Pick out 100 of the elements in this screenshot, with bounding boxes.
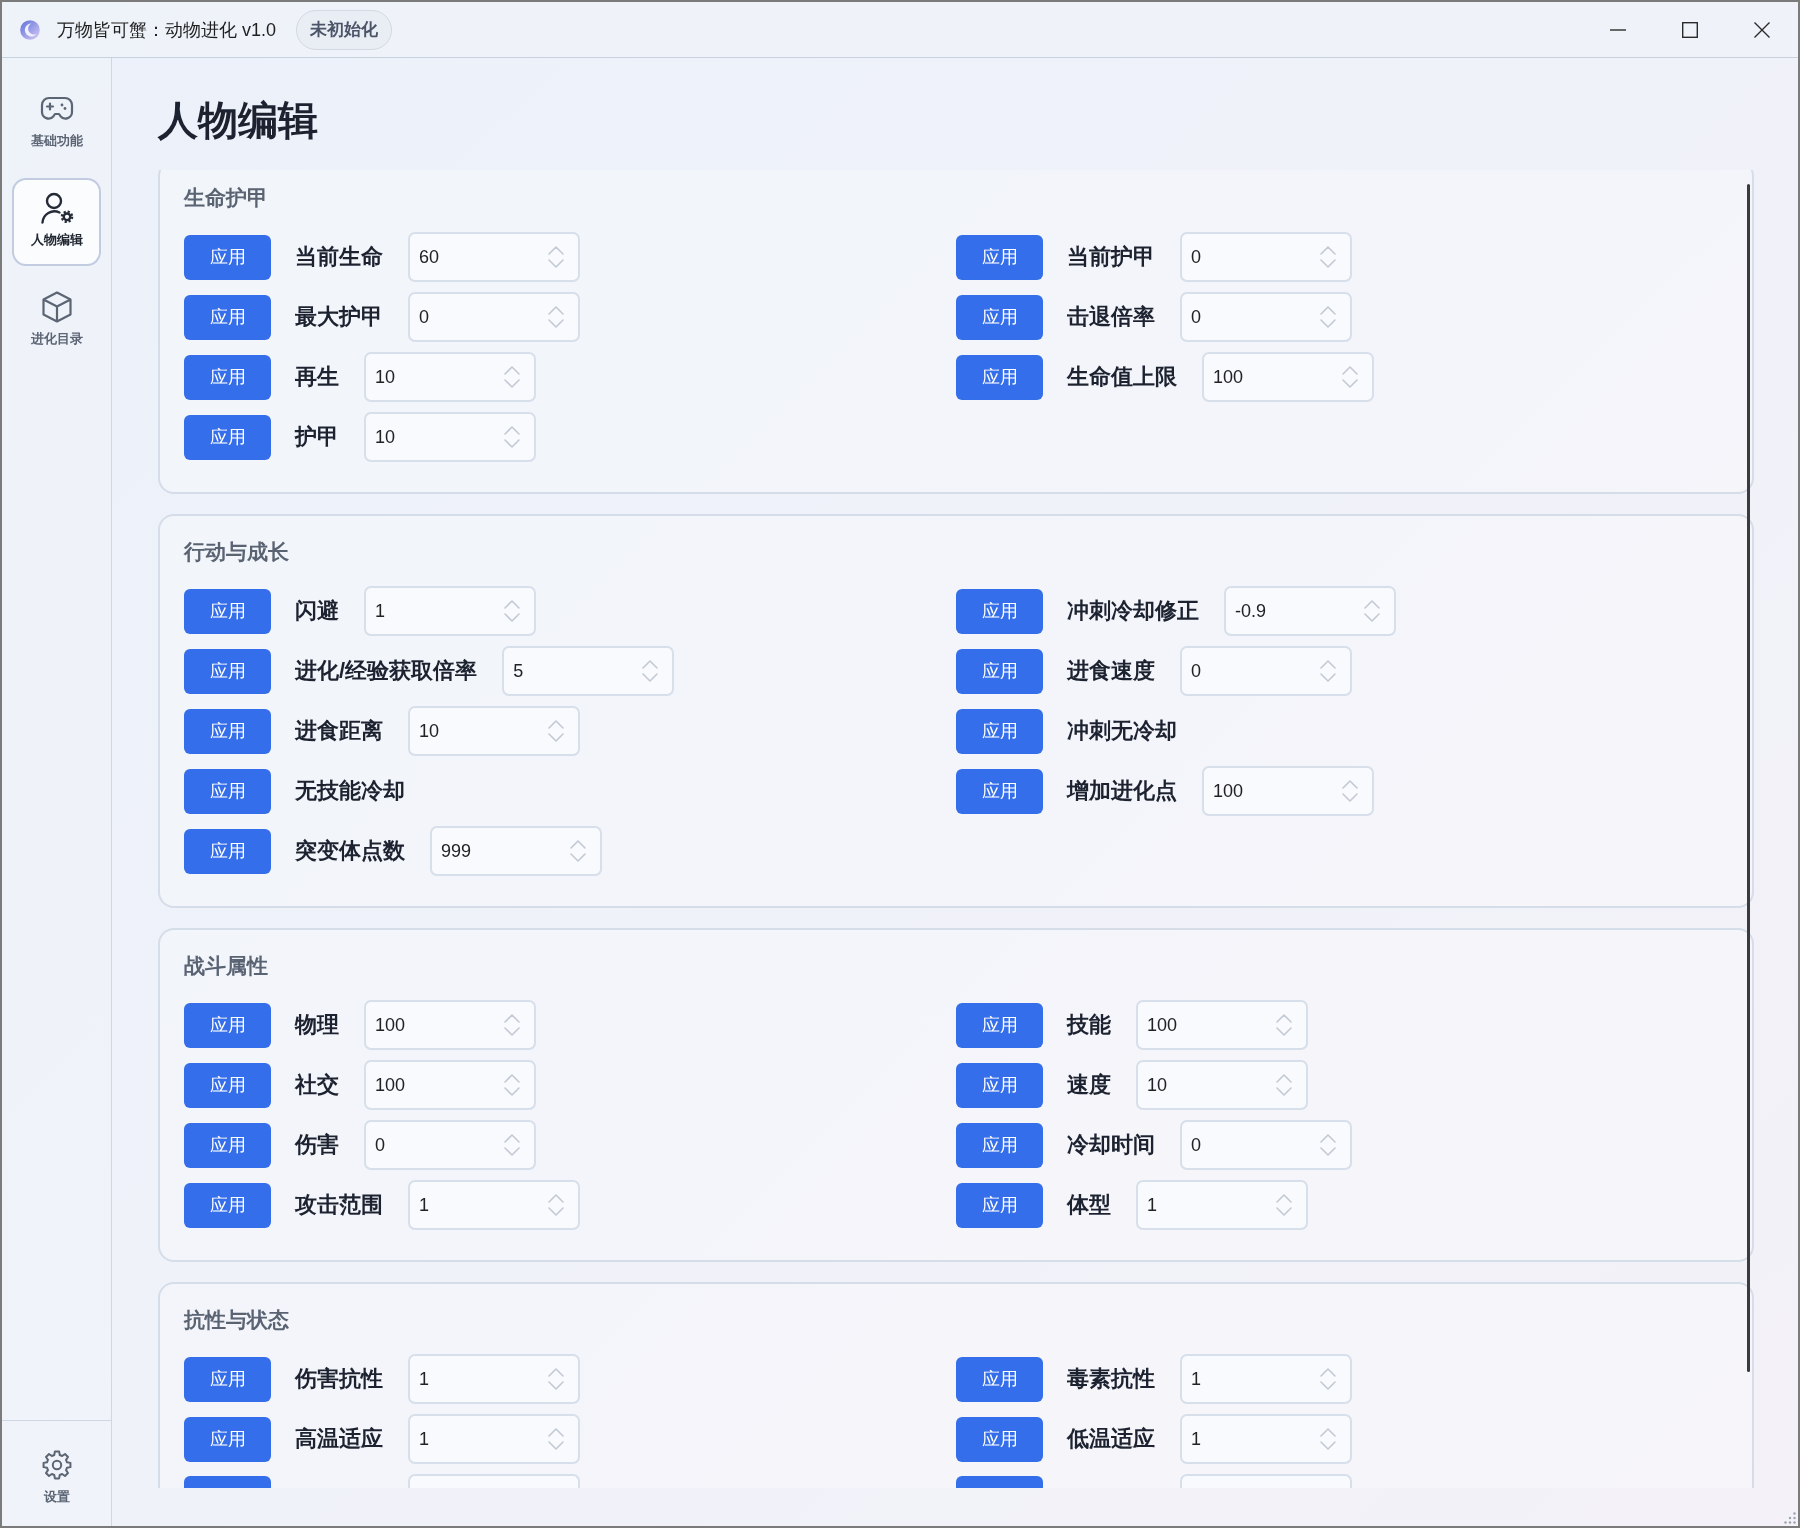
number-field[interactable]: 100 (364, 1000, 536, 1050)
apply-button[interactable]: 应用 (956, 294, 1043, 340)
apply-button[interactable] (184, 1476, 271, 1488)
field-label: 伤害 (295, 1131, 339, 1159)
number-field[interactable]: 0 (1180, 1120, 1352, 1170)
apply-button[interactable]: 应用 (956, 1416, 1043, 1462)
apply-button[interactable] (956, 1476, 1043, 1488)
number-field[interactable]: 10 (408, 706, 580, 756)
nav-item[interactable]: 进化目录 (12, 277, 101, 365)
number-field[interactable]: 1 (408, 1180, 580, 1230)
apply-button[interactable]: 应用 (956, 588, 1043, 634)
up-down-chevron-icon[interactable] (1320, 245, 1336, 269)
up-down-chevron-icon[interactable] (1320, 1427, 1336, 1451)
apply-button[interactable]: 应用 (184, 1182, 271, 1228)
number-field[interactable]: 10 (364, 352, 536, 402)
up-down-chevron-icon[interactable] (1342, 365, 1358, 389)
up-down-chevron-icon[interactable] (548, 719, 564, 743)
up-down-chevron-icon[interactable] (1320, 1133, 1336, 1157)
gamepad-icon (39, 96, 74, 122)
up-down-chevron-icon[interactable] (1364, 599, 1380, 623)
up-down-chevron-icon[interactable] (504, 365, 520, 389)
number-field[interactable]: 0 (1180, 292, 1352, 342)
cube-icon (41, 291, 72, 323)
up-down-chevron-icon[interactable] (1320, 1367, 1336, 1391)
number-field[interactable]: 60 (408, 232, 580, 282)
number-field[interactable]: 1 (408, 1354, 580, 1404)
up-down-chevron-icon[interactable] (1320, 659, 1336, 683)
field-label: 毒素抗性 (1067, 1365, 1155, 1393)
apply-button[interactable]: 应用 (184, 1122, 271, 1168)
apply-button[interactable]: 应用 (184, 648, 271, 694)
apply-button[interactable]: 应用 (956, 1122, 1043, 1168)
apply-button[interactable]: 应用 (184, 354, 271, 400)
up-down-chevron-icon[interactable] (548, 1367, 564, 1391)
up-down-chevron-icon[interactable] (504, 599, 520, 623)
number-field[interactable]: 0 (1180, 646, 1352, 696)
close-icon[interactable] (1754, 21, 1770, 38)
up-down-chevron-icon[interactable] (548, 1193, 564, 1217)
apply-button[interactable]: 应用 (184, 1002, 271, 1048)
apply-button[interactable]: 应用 (184, 1062, 271, 1108)
resize-grip-icon[interactable] (1784, 1512, 1796, 1524)
apply-button[interactable]: 应用 (184, 234, 271, 280)
apply-button[interactable]: 应用 (956, 234, 1043, 280)
up-down-chevron-icon[interactable] (548, 1427, 564, 1451)
number-field[interactable]: 1 (1136, 1180, 1308, 1230)
apply-button[interactable]: 应用 (956, 1062, 1043, 1108)
number-field[interactable]: 1 (364, 586, 536, 636)
number-field[interactable]: 0 (408, 292, 580, 342)
apply-button[interactable]: 应用 (184, 828, 271, 874)
up-down-chevron-icon[interactable] (1276, 1193, 1292, 1217)
apply-button[interactable]: 应用 (184, 294, 271, 340)
scrollbar-thumb[interactable] (1747, 184, 1750, 1372)
number-field[interactable]: 999 (430, 826, 602, 876)
nav-item[interactable]: 人物编辑 (12, 178, 101, 266)
apply-button[interactable]: 应用 (956, 768, 1043, 814)
apply-button[interactable]: 应用 (184, 414, 271, 460)
up-down-chevron-icon[interactable] (504, 425, 520, 449)
up-down-chevron-icon[interactable] (1320, 305, 1336, 329)
number-field[interactable] (408, 1474, 580, 1488)
number-field[interactable]: 10 (1136, 1060, 1308, 1110)
apply-button[interactable]: 应用 (956, 648, 1043, 694)
number-field[interactable] (1180, 1474, 1352, 1488)
field-label: 进食距离 (295, 717, 383, 745)
number-field[interactable]: 100 (1202, 352, 1374, 402)
number-field[interactable]: 10 (364, 412, 536, 462)
apply-button[interactable]: 应用 (184, 1416, 271, 1462)
number-field[interactable]: 0 (364, 1120, 536, 1170)
nav-item[interactable]: 基础功能 (12, 79, 101, 167)
up-down-chevron-icon[interactable] (1276, 1073, 1292, 1097)
apply-button[interactable]: 应用 (956, 708, 1043, 754)
field-label: 突变体点数 (295, 837, 405, 865)
apply-button[interactable]: 应用 (956, 1182, 1043, 1228)
up-down-chevron-icon[interactable] (548, 245, 564, 269)
field-label: 无技能冷却 (295, 777, 405, 805)
apply-button[interactable]: 应用 (184, 768, 271, 814)
number-field[interactable]: -0.9 (1224, 586, 1396, 636)
number-field[interactable]: 1 (408, 1414, 580, 1464)
apply-button[interactable]: 应用 (184, 1356, 271, 1402)
number-field[interactable]: 1 (1180, 1414, 1352, 1464)
maximize-icon[interactable] (1682, 21, 1698, 38)
apply-button[interactable]: 应用 (184, 588, 271, 634)
number-field[interactable]: 100 (364, 1060, 536, 1110)
settings-button[interactable]: 设置 (31, 1450, 82, 1506)
apply-button[interactable]: 应用 (956, 1002, 1043, 1048)
number-field[interactable]: 5 (502, 646, 675, 696)
up-down-chevron-icon[interactable] (1342, 779, 1358, 803)
apply-button[interactable]: 应用 (956, 1356, 1043, 1402)
minimize-icon[interactable] (1610, 28, 1626, 31)
up-down-chevron-icon[interactable] (504, 1133, 520, 1157)
up-down-chevron-icon[interactable] (504, 1073, 520, 1097)
number-field[interactable]: 100 (1136, 1000, 1308, 1050)
number-field[interactable]: 1 (1180, 1354, 1352, 1404)
apply-button[interactable]: 应用 (184, 708, 271, 754)
up-down-chevron-icon[interactable] (570, 839, 586, 863)
up-down-chevron-icon[interactable] (504, 1013, 520, 1037)
number-field[interactable]: 100 (1202, 766, 1374, 816)
up-down-chevron-icon[interactable] (642, 659, 659, 683)
apply-button[interactable]: 应用 (956, 354, 1043, 400)
up-down-chevron-icon[interactable] (1276, 1013, 1292, 1037)
number-field[interactable]: 0 (1180, 232, 1352, 282)
up-down-chevron-icon[interactable] (548, 305, 564, 329)
